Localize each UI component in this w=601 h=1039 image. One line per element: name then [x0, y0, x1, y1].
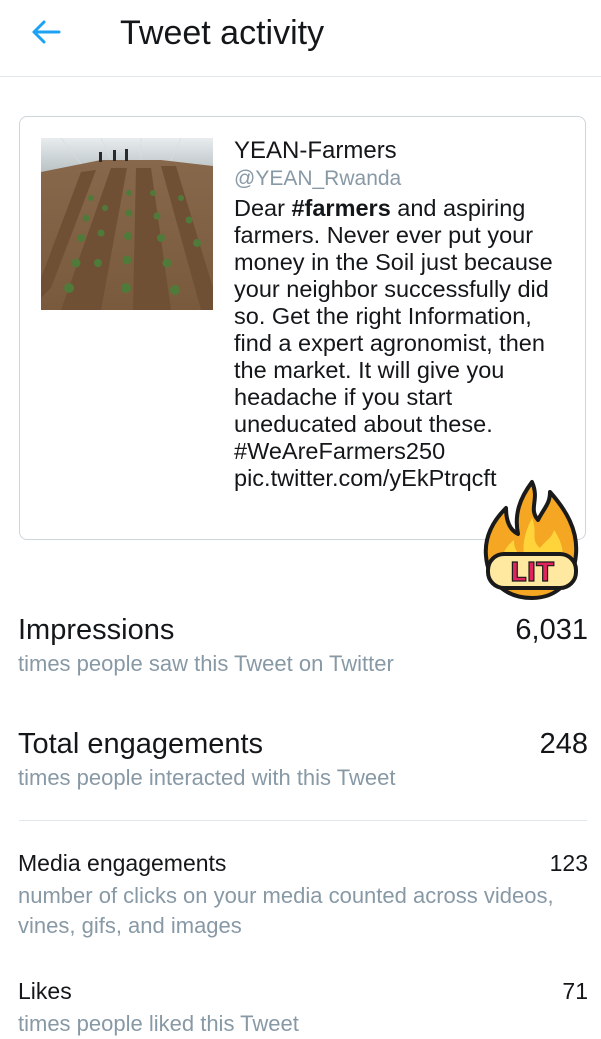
- tweet-card[interactable]: YEAN-Farmers @YEAN_Rwanda Dear #farmers …: [19, 116, 586, 540]
- flame-icon: LIT: [483, 480, 579, 600]
- tweet-author-name[interactable]: YEAN-Farmers: [234, 137, 397, 165]
- impressions-value: 6,031: [515, 614, 588, 646]
- total-engagements-value: 248: [539, 728, 588, 760]
- greenhouse-farm-photo: [41, 138, 213, 310]
- lit-sticker-text: LIT: [510, 558, 554, 588]
- likes-value: 71: [562, 978, 588, 1004]
- total-engagements-description: times people interacted with this Tweet: [18, 765, 396, 790]
- tweet-text: Dear #farmers and aspiring farmers. Neve…: [234, 195, 569, 492]
- impressions-label: Impressions: [18, 614, 175, 646]
- page-title: Tweet activity: [120, 14, 325, 52]
- total-engagements-label: Total engagements: [18, 728, 264, 760]
- likes-label: Likes: [18, 978, 72, 1004]
- likes-description: times people liked this Tweet: [18, 1011, 299, 1036]
- lit-sticker: LIT: [480, 478, 584, 602]
- tweet-text-intro: Dear: [234, 195, 292, 221]
- media-engagements-description: number of clicks on your media counted a…: [18, 883, 554, 938]
- impressions-description: times people saw this Tweet on Twitter: [18, 651, 394, 676]
- media-engagements-value: 123: [549, 850, 588, 876]
- tweet-author-handle[interactable]: @YEAN_Rwanda: [234, 167, 401, 191]
- arrow-left-icon: [32, 20, 61, 44]
- media-engagements-label: Media engagements: [18, 850, 227, 876]
- tweet-hashtag-farmers[interactable]: #farmers: [291, 195, 390, 221]
- tweet-media-image[interactable]: [41, 138, 213, 310]
- app-header: Tweet activity: [0, 0, 601, 77]
- tweet-text-body: and aspiring farmers. Never ever put you…: [234, 195, 553, 437]
- back-button[interactable]: [26, 12, 66, 52]
- tweet-media-link[interactable]: pic.twitter.com/yEkPtrqcft: [234, 465, 496, 491]
- section-divider: [19, 820, 587, 821]
- tweet-hashtag-wearefarmers[interactable]: #WeAreFarmers250: [234, 438, 445, 464]
